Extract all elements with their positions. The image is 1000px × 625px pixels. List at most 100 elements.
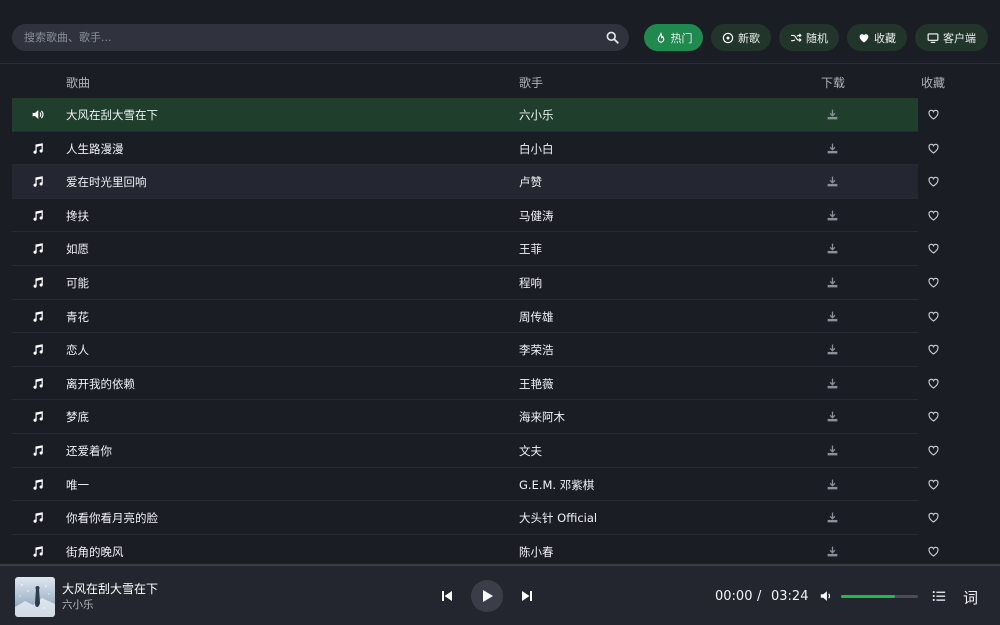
artist-name[interactable]: 海来阿木 xyxy=(519,409,565,425)
nav-hot-button[interactable]: 热门 xyxy=(644,24,703,51)
speaker-icon[interactable] xyxy=(31,108,44,121)
favorite-heart-icon[interactable] xyxy=(927,545,940,558)
song-title[interactable]: 搀扶 xyxy=(66,208,89,224)
download-icon[interactable] xyxy=(826,276,839,289)
music-note-icon[interactable] xyxy=(31,242,44,255)
favorite-heart-icon[interactable] xyxy=(927,511,940,524)
song-title[interactable]: 爱在时光里回响 xyxy=(66,174,147,190)
favorite-heart-icon[interactable] xyxy=(927,175,940,188)
favorite-heart-icon[interactable] xyxy=(927,310,940,323)
download-icon[interactable] xyxy=(826,209,839,222)
artist-name[interactable]: 卢赞 xyxy=(519,174,542,190)
favorite-heart-icon[interactable] xyxy=(927,242,940,255)
download-icon[interactable] xyxy=(826,142,839,155)
download-icon[interactable] xyxy=(826,444,839,457)
volume-slider[interactable] xyxy=(841,595,918,598)
artist-name[interactable]: 王菲 xyxy=(519,241,542,257)
song-title[interactable]: 人生路漫漫 xyxy=(66,141,124,157)
music-note-icon[interactable] xyxy=(31,276,44,289)
artist-name[interactable]: 白小白 xyxy=(519,141,554,157)
table-row[interactable]: 梦底 海来阿木 xyxy=(12,400,939,434)
favorite-heart-icon[interactable] xyxy=(927,377,940,390)
music-note-icon[interactable] xyxy=(31,142,44,155)
volume-icon[interactable] xyxy=(819,589,833,603)
artist-name[interactable]: 六小乐 xyxy=(519,107,554,123)
music-note-icon[interactable] xyxy=(31,209,44,222)
song-title[interactable]: 梦底 xyxy=(66,409,89,425)
nav-new-button[interactable]: 新歌 xyxy=(711,24,771,51)
music-note-icon[interactable] xyxy=(31,444,44,457)
artist-name[interactable]: 大头针 Official xyxy=(519,510,597,526)
search-input[interactable] xyxy=(12,24,629,51)
song-title[interactable]: 唯一 xyxy=(66,477,89,493)
music-note-icon[interactable] xyxy=(31,545,44,558)
music-note-icon[interactable] xyxy=(31,377,44,390)
table-row[interactable]: 还爱着你 文夫 xyxy=(12,434,939,468)
download-icon[interactable] xyxy=(826,343,839,356)
music-note-icon[interactable] xyxy=(31,310,44,323)
music-note-icon[interactable] xyxy=(31,343,44,356)
favorite-heart-icon[interactable] xyxy=(927,209,940,222)
table-row[interactable]: 如愿 王菲 xyxy=(12,232,939,266)
play-button[interactable] xyxy=(471,580,503,612)
nav-client-button[interactable]: 客户端 xyxy=(915,24,988,51)
table-row[interactable]: 爱在时光里回响 卢赞 xyxy=(12,165,939,199)
album-cover[interactable] xyxy=(15,577,55,617)
table-row[interactable]: 唯一 G.E.M. 邓紫棋 xyxy=(12,468,939,502)
artist-name[interactable]: 李荣浩 xyxy=(519,342,554,358)
download-icon[interactable] xyxy=(826,545,839,558)
download-icon[interactable] xyxy=(826,310,839,323)
song-title[interactable]: 可能 xyxy=(66,275,89,291)
table-row[interactable]: 青花 周传雄 xyxy=(12,300,939,334)
playlist-icon[interactable] xyxy=(932,589,946,603)
table-row[interactable]: 搀扶 马健涛 xyxy=(12,199,939,233)
table-row[interactable]: 离开我的依赖 王艳薇 xyxy=(12,367,939,401)
song-title[interactable]: 青花 xyxy=(66,309,89,325)
music-note-icon[interactable] xyxy=(31,175,44,188)
download-icon[interactable] xyxy=(826,377,839,390)
song-title[interactable]: 你看你看月亮的脸 xyxy=(66,510,158,526)
artist-name[interactable]: 文夫 xyxy=(519,443,542,459)
top-bar: 热门 新歌 随机 收藏 客户端 xyxy=(0,0,1000,64)
favorite-heart-icon[interactable] xyxy=(927,142,940,155)
artist-name[interactable]: 周传雄 xyxy=(519,309,554,325)
music-note-icon[interactable] xyxy=(31,410,44,423)
download-icon[interactable] xyxy=(826,478,839,491)
artist-name[interactable]: 马健涛 xyxy=(519,208,554,224)
table-row[interactable]: 可能 程响 xyxy=(12,266,939,300)
song-title[interactable]: 还爱着你 xyxy=(66,443,112,459)
song-title[interactable]: 大风在刮大雪在下 xyxy=(66,107,158,123)
favorite-heart-icon[interactable] xyxy=(927,276,940,289)
favorite-heart-icon[interactable] xyxy=(927,478,940,491)
shuffle-icon xyxy=(791,32,802,42)
previous-icon[interactable] xyxy=(441,590,453,602)
song-title[interactable]: 如愿 xyxy=(66,241,89,257)
song-title[interactable]: 恋人 xyxy=(66,342,89,358)
download-icon[interactable] xyxy=(826,511,839,524)
table-row[interactable]: 大风在刮大雪在下 六小乐 xyxy=(12,98,939,132)
artist-name[interactable]: 王艳薇 xyxy=(519,376,554,392)
music-note-icon[interactable] xyxy=(31,511,44,524)
favorite-heart-icon[interactable] xyxy=(927,410,940,423)
download-icon[interactable] xyxy=(826,410,839,423)
table-row[interactable]: 人生路漫漫 白小白 xyxy=(12,132,939,166)
download-icon[interactable] xyxy=(826,242,839,255)
nav-favorites-button[interactable]: 收藏 xyxy=(847,24,907,51)
favorite-heart-icon[interactable] xyxy=(927,108,940,121)
download-icon[interactable] xyxy=(826,175,839,188)
table-row[interactable]: 你看你看月亮的脸 大头针 Official xyxy=(12,501,939,535)
favorite-heart-icon[interactable] xyxy=(927,444,940,457)
favorite-heart-icon[interactable] xyxy=(927,343,940,356)
lyrics-button[interactable]: 词 xyxy=(963,587,978,608)
music-note-icon[interactable] xyxy=(31,478,44,491)
next-icon[interactable] xyxy=(521,590,533,602)
song-title[interactable]: 离开我的依赖 xyxy=(66,376,135,392)
table-row[interactable]: 恋人 李荣浩 xyxy=(12,333,939,367)
artist-name[interactable]: 程响 xyxy=(519,275,542,291)
artist-name[interactable]: 陈小春 xyxy=(519,544,554,560)
download-icon[interactable] xyxy=(826,108,839,121)
song-title[interactable]: 街角的晚风 xyxy=(66,544,124,560)
nav-shuffle-button[interactable]: 随机 xyxy=(779,24,839,51)
search-icon[interactable] xyxy=(606,31,619,44)
artist-name[interactable]: G.E.M. 邓紫棋 xyxy=(519,477,594,493)
